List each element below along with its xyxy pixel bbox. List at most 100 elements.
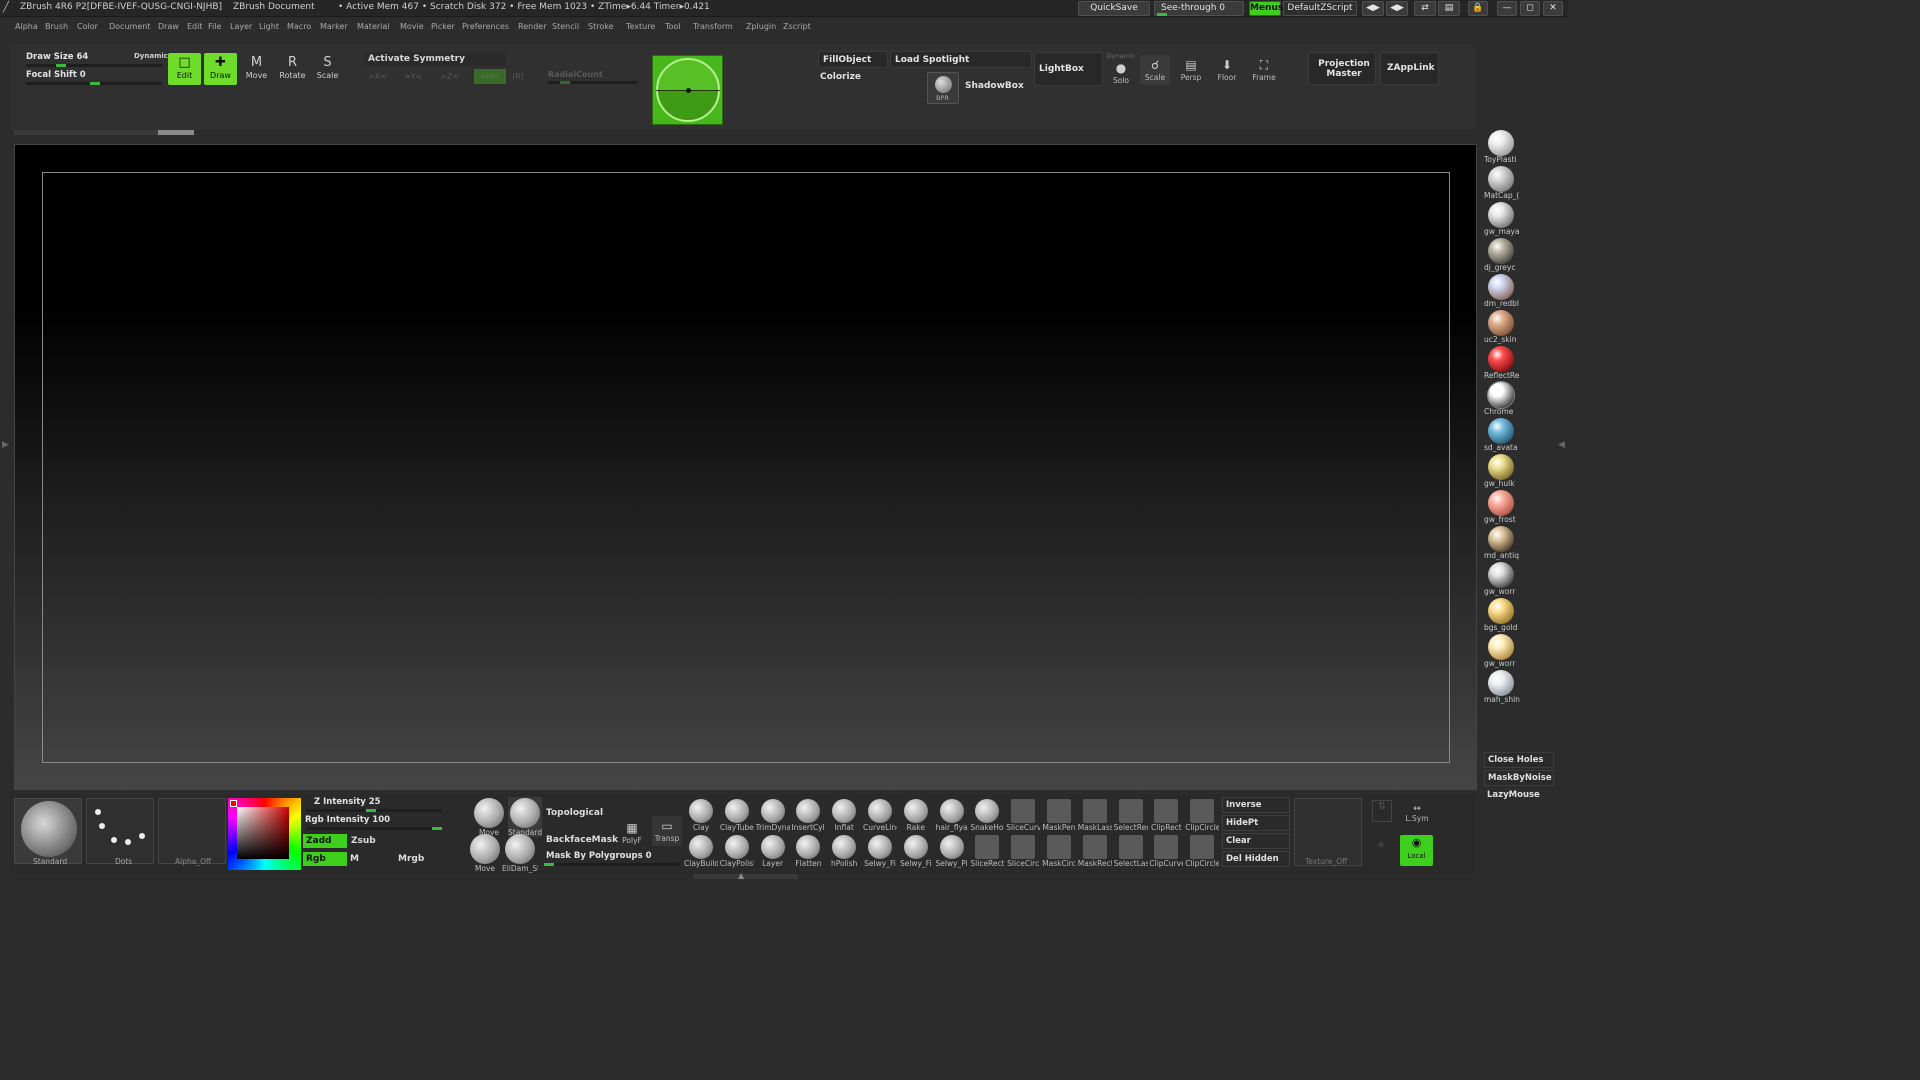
brush-shortcut[interactable]: Rake [899,797,933,832]
brush-shortcut[interactable]: Clay [684,797,718,832]
material-swatch[interactable] [1488,562,1514,588]
topological-button[interactable]: Topological [546,808,603,818]
material-swatch[interactable] [1488,346,1514,372]
material-swatch[interactable] [1488,670,1514,696]
material-swatch[interactable] [1488,526,1514,552]
m-button[interactable]: M [350,854,359,864]
brush-shortcut[interactable]: hair_flya [935,797,969,832]
brush-shortcut[interactable]: Selwy_Fi [899,833,933,868]
material-swatch[interactable] [1488,634,1514,660]
menu-draw[interactable]: Draw [158,22,179,31]
z-intensity-slider[interactable] [306,809,442,812]
colorize-button[interactable]: Colorize [820,72,861,82]
shelf-scroll-handle[interactable] [158,130,194,135]
brush-shortcut[interactable]: Flatten [791,833,825,868]
ui-layout-icon[interactable]: ▤ [1438,1,1460,16]
brush-shortcut[interactable]: hPolish [827,833,861,868]
local-button[interactable]: ◉ Local [1400,835,1433,866]
mrgb-button[interactable]: Mrgb [398,854,424,864]
brush-shortcut[interactable]: ClayBuild [684,833,718,868]
menu-stencil[interactable]: Stencil [552,22,579,31]
menu-zplugin[interactable]: Zplugin [746,22,776,31]
brush-selector[interactable]: Standard [14,798,82,866]
stroke-selector[interactable]: Dots [86,798,154,866]
rgb-intensity-slider[interactable] [306,827,442,830]
draw-size-slider[interactable] [26,64,162,67]
defaultzscript-button[interactable]: DefaultZScript [1283,1,1357,16]
focal-shift-slider[interactable] [26,82,162,85]
clear-button[interactable]: Clear [1222,833,1290,849]
right-panel-collapse-icon[interactable]: ◀ [1558,440,1565,450]
brush-shortcut[interactable]: Selwy_Pi [935,833,969,868]
quicksave-button[interactable]: QuickSave [1078,1,1150,16]
menu-transform[interactable]: Transform [693,22,733,31]
brush-shortcut[interactable]: Layer [756,833,790,868]
sym-x-button[interactable]: >X< [368,72,387,81]
lightbox-brush-move[interactable]: Move [474,798,504,837]
brush-shortcut[interactable]: Selwy_Fi [863,833,897,868]
sym-r-button[interactable]: (R) [512,72,524,81]
inverse-button[interactable]: Inverse [1222,797,1290,813]
minimize-icon[interactable]: — [1497,1,1517,16]
del-hidden-button[interactable]: Del Hidden [1222,851,1290,867]
bottom-collapse-icon[interactable]: ▲ [738,871,744,880]
draw-button[interactable]: ✚ Draw [204,53,237,85]
material-swatch[interactable] [1488,274,1514,300]
navigation-gizmo[interactable] [652,55,723,125]
move-button[interactable]: M Move [240,53,273,85]
mask-by-polygroups-slider[interactable] [544,863,680,866]
menus-button[interactable]: Menus [1249,1,1283,16]
maximize-icon[interactable]: ◻ [1520,1,1540,16]
brush-shortcut[interactable]: MaskPen [1042,797,1076,832]
material-swatch[interactable] [1488,418,1514,444]
frame-button[interactable]: ⛶ Frame [1249,55,1279,82]
material-swatch[interactable] [1488,490,1514,516]
menu-layer[interactable]: Layer [230,22,252,31]
lazymouse-button[interactable]: LazyMouse [1487,790,1540,800]
lsym-button[interactable]: ↔ L.Sym [1402,804,1432,824]
brush-shortcut[interactable]: SliceCurv [1006,797,1040,832]
menu-preferences[interactable]: Preferences [462,22,509,31]
material-swatch[interactable] [1487,381,1515,409]
brush-shortcut[interactable]: SelectRec [1114,797,1148,832]
brush-shortcut[interactable]: Inflat [827,797,861,832]
radialcount-slider[interactable] [548,81,638,84]
backfacemask-button[interactable]: BackfaceMask [546,835,618,845]
brush-shortcut[interactable]: TrimDyna [756,797,790,832]
lightbox-brush-standard[interactable]: Standard [508,797,542,837]
brush-shortcut[interactable]: ClayPolist [720,833,754,868]
lightbox-brush-elidam[interactable]: EliDam_Sta [502,834,538,873]
scale-button[interactable]: S Scale [311,53,344,85]
lightbox-brush-move2[interactable]: Move [470,834,500,873]
maskbynoise-button[interactable]: MaskByNoise [1484,770,1554,786]
menu-material[interactable]: Material [357,22,390,31]
close-icon[interactable]: ✕ [1543,1,1563,16]
menu-macro[interactable]: Macro [287,22,311,31]
sym-m-button[interactable]: >M< [474,69,506,84]
color-picker[interactable] [228,798,301,870]
polyf-button[interactable]: ▦ PolyF [617,820,647,845]
bpr-button[interactable]: BPR [927,72,959,104]
brush-shortcut[interactable]: ClipCircle [1185,797,1219,832]
fillobject-button[interactable]: FillObject [818,51,888,68]
lightbox-button[interactable]: LightBox [1034,52,1103,86]
hidept-button[interactable]: HidePt [1222,815,1290,831]
brush-shortcut[interactable]: ClipRect [1149,797,1183,832]
menu-texture[interactable]: Texture [626,22,655,31]
layout-prev-icon[interactable]: ◀▶ [1362,1,1384,16]
material-swatch[interactable] [1488,598,1514,624]
brush-shortcut[interactable]: MaskLass [1078,797,1112,832]
menu-movie[interactable]: Movie [400,22,424,31]
ui-swap-icon[interactable]: ⇄ [1414,1,1436,16]
menu-zscript[interactable]: Zscript [783,22,811,31]
menu-document[interactable]: Document [109,22,150,31]
menu-color[interactable]: Color [77,22,98,31]
flip-icon[interactable]: ⇅ [1372,800,1392,822]
rgb-button[interactable]: Rgb [303,852,347,866]
brush-shortcut[interactable]: SliceCirc [1006,833,1040,868]
brush-shortcut[interactable]: MaskRect [1078,833,1112,868]
brush-shortcut[interactable]: InsertCyli [791,797,825,832]
menu-tool[interactable]: Tool [665,22,681,31]
menu-stroke[interactable]: Stroke [588,22,614,31]
brush-shortcut[interactable]: SliceRect [970,833,1004,868]
